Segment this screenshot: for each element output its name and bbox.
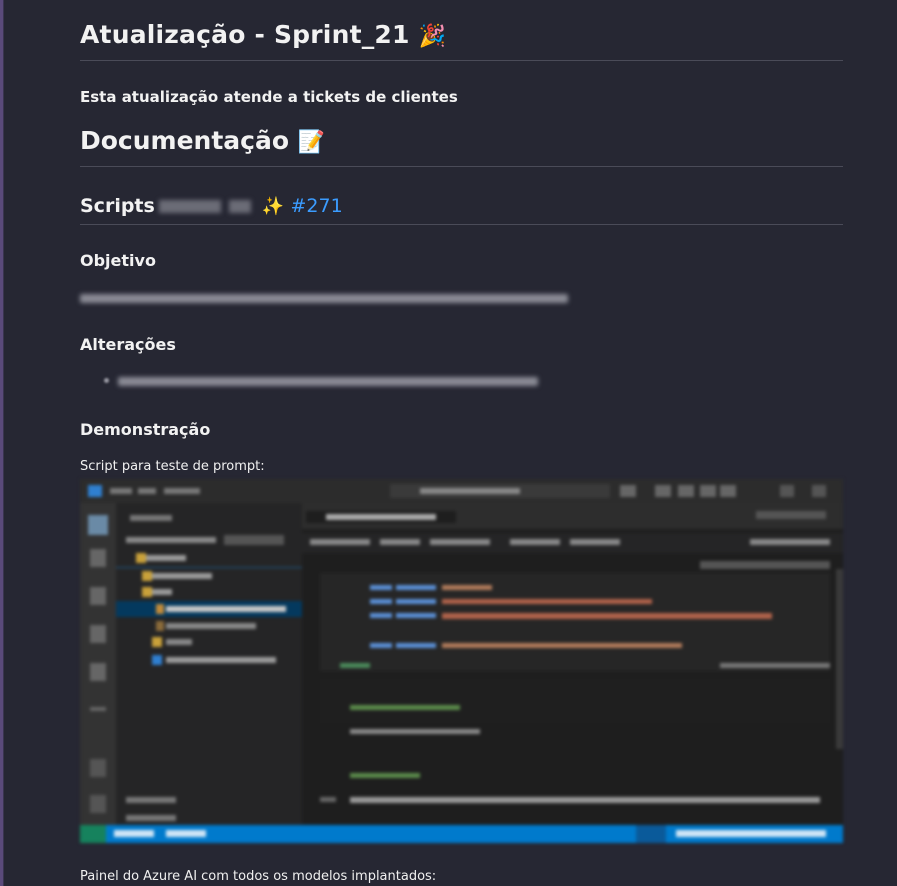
memo-icon: 📝 [297, 130, 326, 155]
scripts-heading: Scripts ✨ #271 [80, 195, 343, 217]
ticket-link[interactable]: #271 [291, 195, 343, 217]
caption-azure-panel: Painel do Azure AI com todos os modelos … [80, 869, 437, 884]
page-title: Atualização - Sprint_21 🎉 [80, 20, 447, 49]
redacted-text [228, 200, 251, 213]
redacted-text [158, 200, 221, 213]
scripts-divider [80, 224, 843, 225]
list-item-redacted [118, 377, 538, 386]
party-popper-icon: 🎉 [418, 24, 447, 49]
editor-screenshot-drawing [80, 479, 843, 843]
list-bullet [104, 378, 109, 383]
documentation-divider [80, 166, 843, 167]
window-left-border-inner [3, 0, 4, 886]
caption-prompt-script: Script para teste de prompt: [80, 459, 265, 474]
changes-heading: Alterações [80, 335, 176, 354]
lead-text: Esta atualização atende a tickets de cli… [80, 88, 458, 106]
editor-screenshot [80, 479, 843, 843]
objective-heading: Objetivo [80, 251, 156, 270]
demo-heading: Demonstração [80, 420, 211, 439]
objective-text-redacted [80, 294, 568, 303]
documentation-heading: Documentação 📝 [80, 126, 326, 155]
title-divider [80, 60, 843, 61]
sparkles-icon: ✨ [261, 196, 284, 217]
